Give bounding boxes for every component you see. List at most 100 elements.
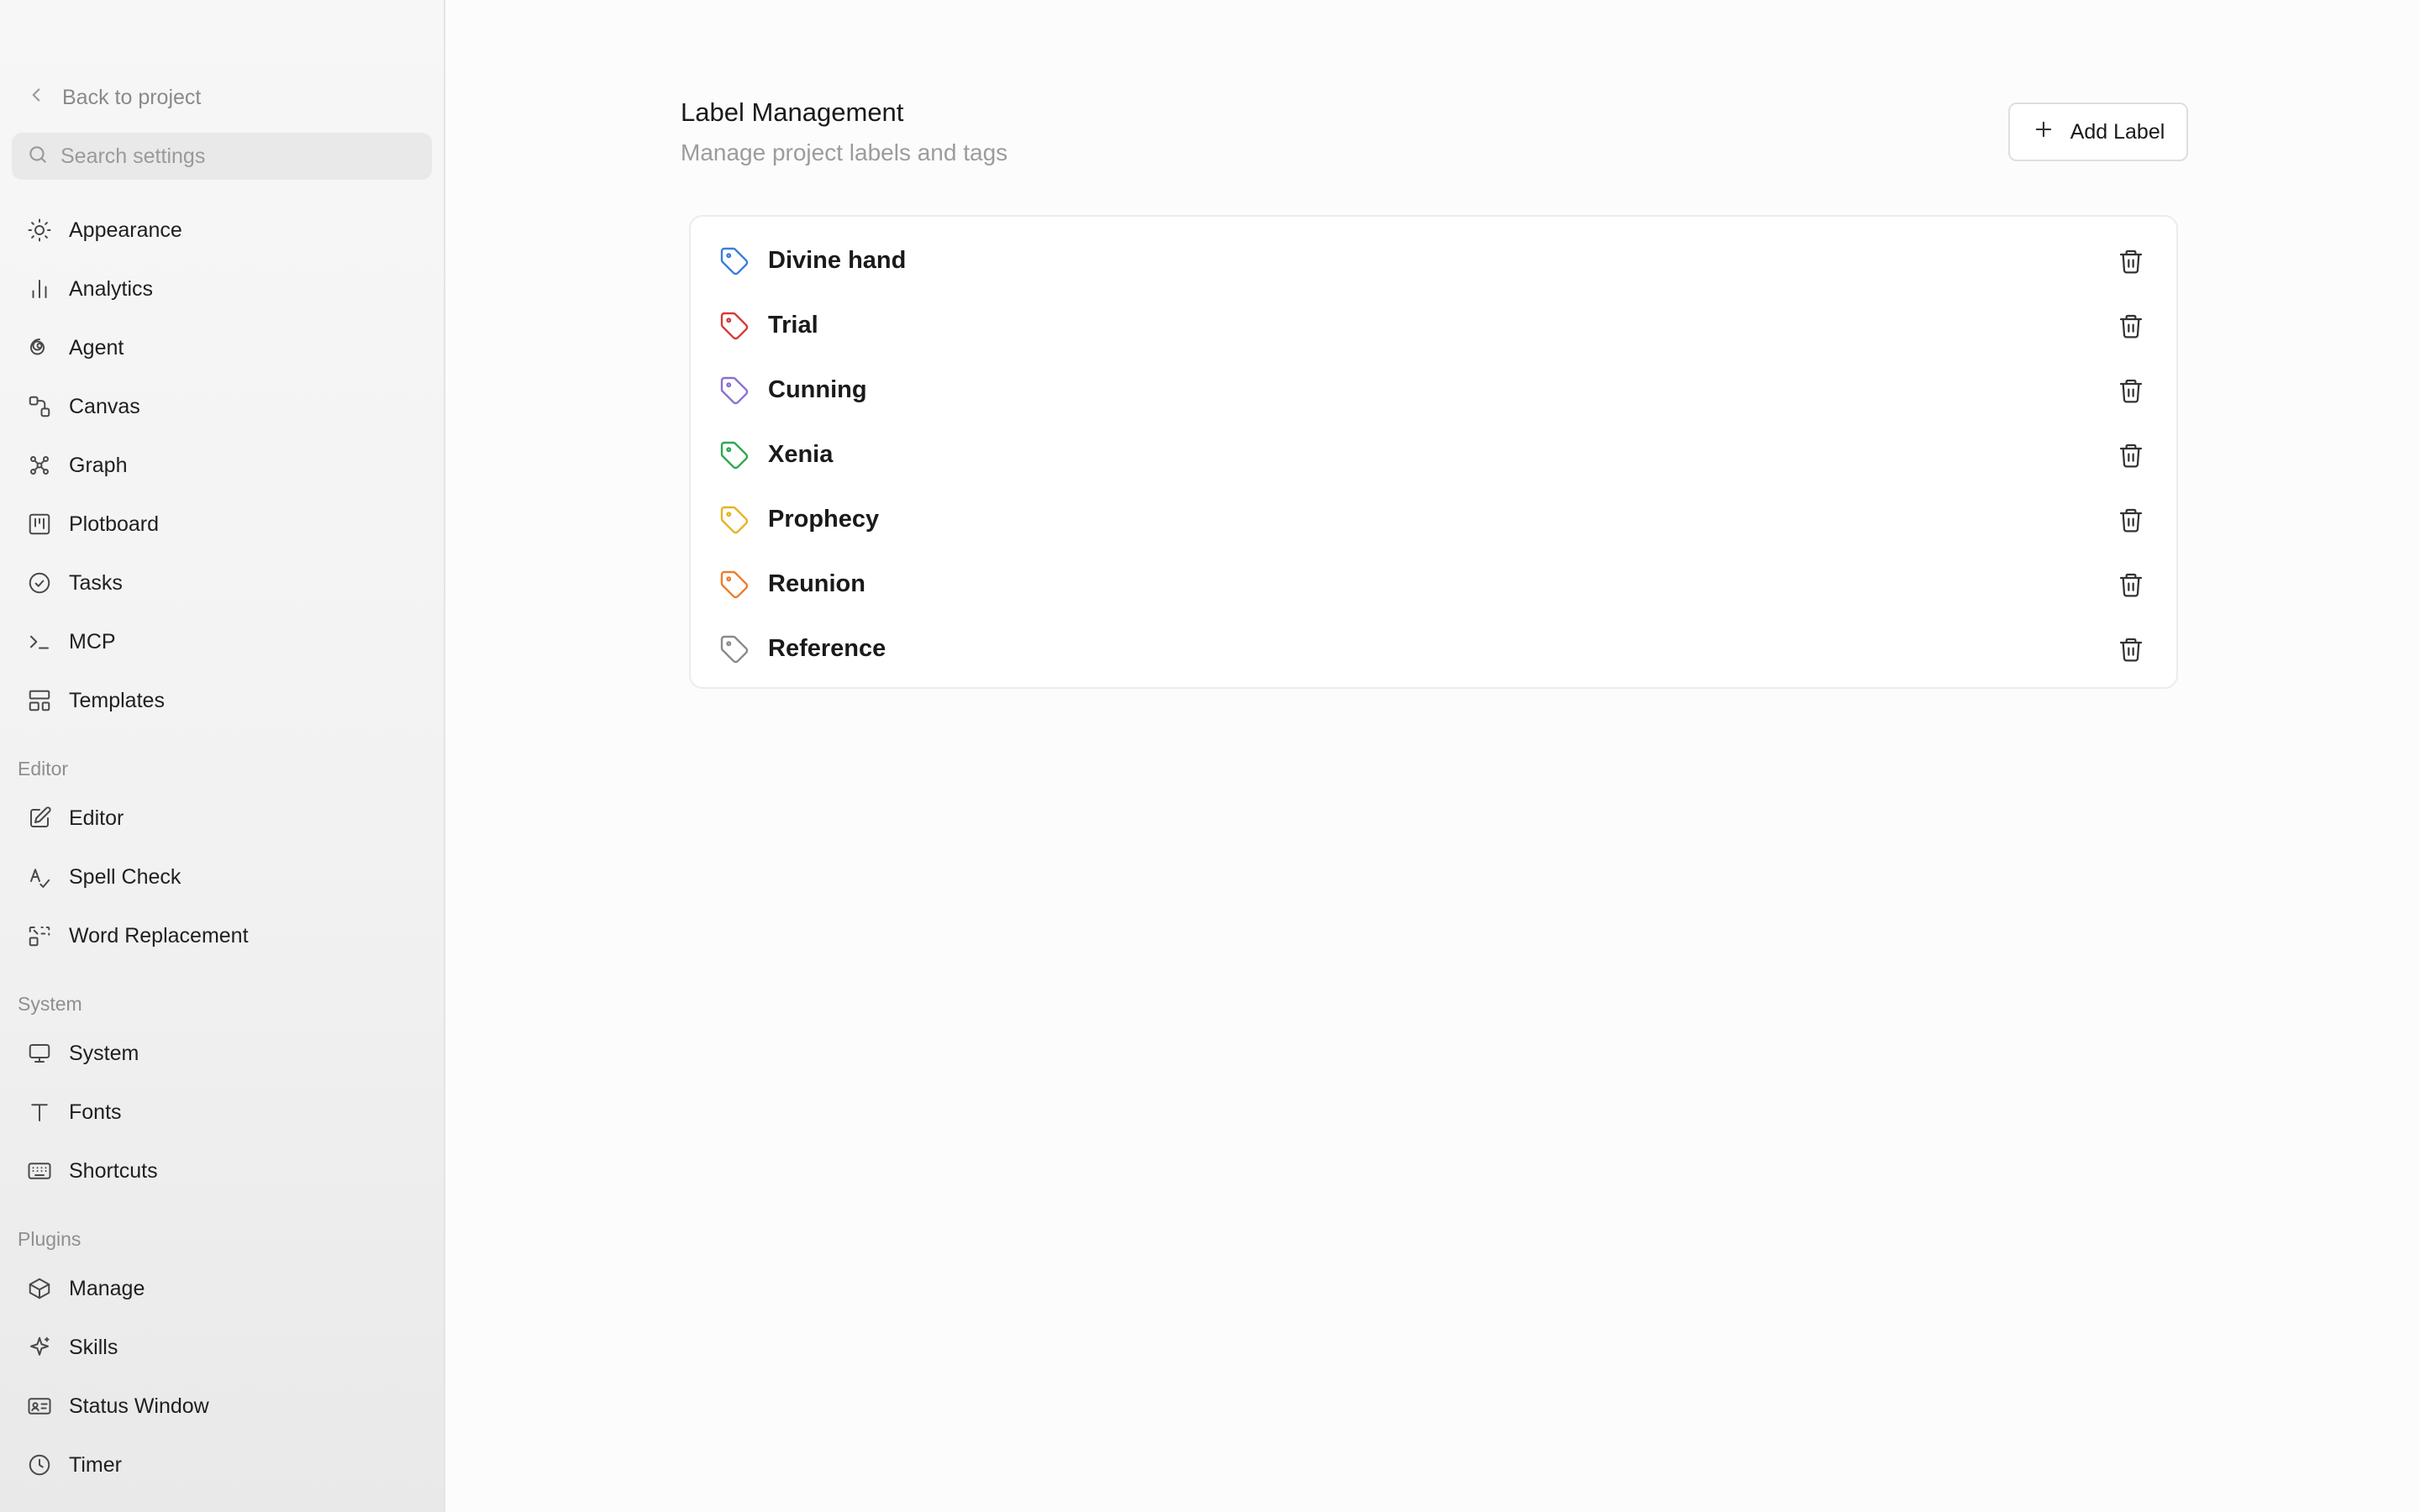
check-circle-icon [27,570,52,596]
back-to-project-link[interactable]: Back to project [25,81,201,114]
sidebar-item-label: System [69,1041,139,1065]
trash-icon[interactable] [2114,503,2148,537]
label-row[interactable]: Prophecy [691,487,2176,552]
plus-icon [2032,118,2055,147]
sun-icon [27,218,52,243]
sidebar-item-shortcuts[interactable]: Shortcuts [12,1147,432,1195]
label-row[interactable]: Cunning [691,358,2176,423]
layout-template-icon [27,688,52,713]
sidebar-item-label: Tasks [69,570,123,595]
trash-icon[interactable] [2114,374,2148,407]
sidebar-item-label: Analytics [69,276,154,301]
sidebar-item-label: Templates [69,688,165,712]
sidebar-item-label: Editor [69,806,124,830]
sidebar-item-status-window[interactable]: Status Window [12,1382,432,1431]
sidebar-item-system[interactable]: System [12,1029,432,1078]
spell-check-icon [27,864,52,890]
label-row[interactable]: Xenia [691,423,2176,487]
sidebar-item-label: Fonts [69,1100,122,1124]
shapes-icon [27,394,52,419]
sidebar-item-manage[interactable]: Manage [12,1264,432,1313]
label-name: Reference [768,635,886,662]
package-icon [27,1276,52,1301]
sidebar-item-label: MCP [69,629,116,654]
type-icon [27,1100,52,1125]
section-header-plugins: Plugins [18,1228,82,1250]
bar-chart-icon [27,276,52,302]
sidebar-item-label: Agent [69,335,124,360]
trash-icon[interactable] [2114,244,2148,278]
label-row[interactable]: Reference [691,617,2176,681]
page-subtitle: Manage project labels and tags [681,139,1008,165]
back-to-project-label: Back to project [62,85,202,109]
tag-icon [719,246,750,276]
replace-icon [27,923,52,948]
graph-nodes-icon [27,453,52,478]
sidebar-item-analytics[interactable]: Analytics [12,265,432,313]
sidebar-item-plotboard[interactable]: Plotboard [12,500,432,549]
id-card-icon [27,1394,52,1419]
label-list: Divine hand Trial Cunning Xenia Prophecy Reun… [689,215,2178,689]
sidebar-item-word-replacement[interactable]: Word Replacement [12,911,432,960]
trash-icon[interactable] [2114,438,2148,472]
search-settings-box[interactable] [12,133,432,180]
sidebar-item-label: Manage [69,1276,145,1300]
trash-icon[interactable] [2114,568,2148,601]
monitor-icon [27,1041,52,1066]
clock-icon [27,1452,52,1478]
settings-sidebar: Back to project Appearance Analytics Agent… [0,0,445,1512]
sidebar-item-label: Shortcuts [69,1158,158,1183]
edit-icon [27,806,52,831]
sidebar-item-appearance[interactable]: Appearance [12,206,432,255]
sidebar-item-skills[interactable]: Skills [12,1323,432,1372]
label-row[interactable]: Trial [691,293,2176,358]
sidebar-item-templates[interactable]: Templates [12,676,432,725]
sidebar-item-label: Canvas [69,394,140,418]
tag-icon [719,634,750,664]
sidebar-item-timer[interactable]: Timer [12,1441,432,1489]
keyboard-icon [27,1158,52,1184]
add-label-button[interactable]: Add Label [2008,102,2188,161]
sidebar-item-label: Graph [69,453,128,477]
chevron-left-icon [25,84,47,112]
sidebar-item-canvas[interactable]: Canvas [12,382,432,431]
label-name: Prophecy [768,506,880,533]
tag-icon [719,505,750,535]
sidebar-item-label: Word Replacement [69,923,249,948]
sparkle-icon [27,1335,52,1360]
label-name: Xenia [768,441,834,468]
sidebar-item-label: Timer [69,1452,122,1477]
label-name: Cunning [768,376,867,403]
sidebar-item-label: Spell Check [69,864,182,889]
sidebar-item-tasks[interactable]: Tasks [12,559,432,607]
page-title: Label Management [681,97,904,127]
tag-icon [719,570,750,600]
tag-icon [719,440,750,470]
label-name: Reunion [768,570,865,597]
tag-icon [719,311,750,341]
trash-icon[interactable] [2114,633,2148,666]
spiral-icon [27,335,52,360]
sidebar-item-spell-check[interactable]: Spell Check [12,853,432,901]
sidebar-item-editor[interactable]: Editor [12,794,432,843]
sidebar-item-fonts[interactable]: Fonts [12,1088,432,1137]
sidebar-item-label: Skills [69,1335,118,1359]
label-name: Divine hand [768,247,907,274]
sidebar-item-agent[interactable]: Agent [12,323,432,372]
settings-window: Back to project Appearance Analytics Agent… [0,0,2420,1512]
add-label-button-text: Add Label [2070,119,2165,144]
search-settings-input[interactable] [60,144,413,169]
sidebar-item-label: Plotboard [69,512,160,536]
label-row[interactable]: Divine hand [691,228,2176,293]
label-name: Trial [768,312,818,339]
section-header-editor: Editor [18,758,69,780]
label-row[interactable]: Reunion [691,552,2176,617]
search-icon [27,144,49,170]
terminal-icon [27,629,52,654]
trash-icon[interactable] [2114,309,2148,343]
kanban-icon [27,512,52,537]
tag-icon [719,375,750,406]
sidebar-item-mcp[interactable]: MCP [12,617,432,666]
sidebar-item-label: Status Window [69,1394,209,1418]
sidebar-item-graph[interactable]: Graph [12,441,432,490]
